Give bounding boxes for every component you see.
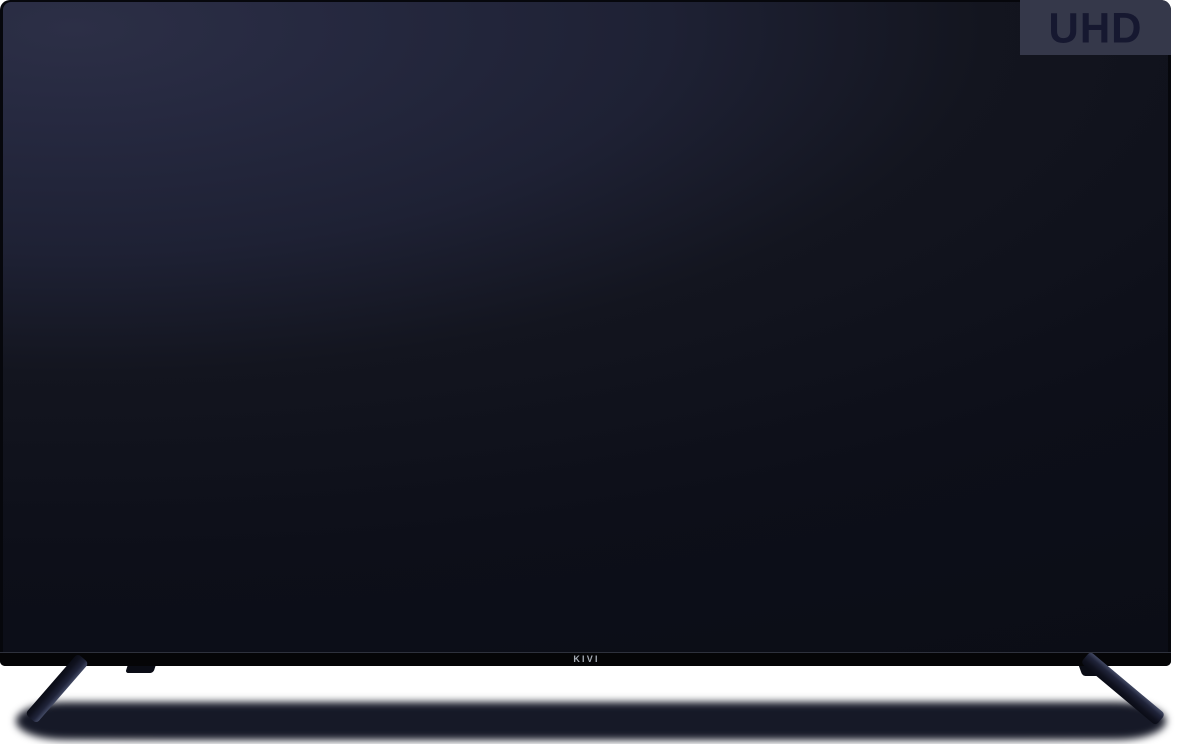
- uhd-badge-label: UHD: [1049, 6, 1143, 49]
- tv-screen: [3, 2, 1168, 653]
- floor-shadow: [16, 702, 1166, 740]
- product-photo: UHD KIVI: [0, 0, 1179, 744]
- tv-frame: UHD KIVI: [0, 0, 1171, 666]
- uhd-badge: UHD: [1020, 0, 1171, 55]
- brand-logo: KIVI: [571, 655, 599, 664]
- tv-bottom-bezel: KIVI: [0, 652, 1171, 666]
